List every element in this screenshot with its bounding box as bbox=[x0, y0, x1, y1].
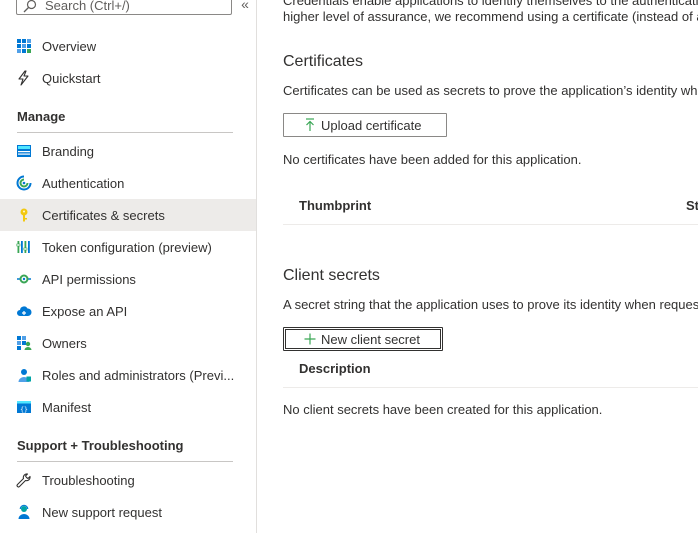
intro-line-1: Credentials enable applications to ident… bbox=[283, 0, 698, 8]
column-header-thumbprint[interactable]: Thumbprint bbox=[299, 198, 371, 213]
search-icon bbox=[23, 0, 37, 13]
sidebar-item-owners[interactable]: Owners bbox=[0, 327, 256, 359]
key-icon bbox=[20, 208, 28, 222]
manifest-icon: {} bbox=[17, 401, 31, 413]
plus-icon bbox=[304, 333, 316, 345]
new-client-secret-label: New client secret bbox=[321, 331, 420, 347]
sidebar-item-label: Certificates & secrets bbox=[42, 207, 165, 223]
sidebar-item-label: Authentication bbox=[42, 175, 125, 191]
sidebar-item-roles-administrators[interactable]: Roles and administrators (Previ... bbox=[0, 359, 256, 391]
main-content: Credentials enable applications to ident… bbox=[283, 0, 698, 533]
section-header-support: Support + Troubleshooting bbox=[17, 438, 233, 462]
sidebar-item-overview[interactable]: Overview bbox=[0, 30, 256, 62]
cloud-icon bbox=[17, 306, 32, 316]
client-secrets-title: Client secrets bbox=[283, 267, 380, 284]
intro-line-2: higher level of assurance, we recommend … bbox=[283, 9, 698, 24]
sidebar: « Overview Quickstart Manage Branding Au… bbox=[0, 0, 257, 533]
sidebar-item-certificates-secrets[interactable]: Certificates & secrets bbox=[0, 199, 256, 231]
svg-text:{}: {} bbox=[20, 405, 28, 413]
column-header-description[interactable]: Description bbox=[299, 361, 371, 376]
sidebar-item-branding[interactable]: Branding bbox=[0, 135, 256, 167]
search-box[interactable] bbox=[16, 0, 232, 15]
roles-icon bbox=[18, 369, 31, 382]
api-permissions-icon bbox=[17, 274, 31, 284]
sidebar-item-label: Troubleshooting bbox=[42, 472, 135, 488]
owners-icon bbox=[17, 336, 32, 350]
sidebar-item-label: Token configuration (preview) bbox=[42, 239, 212, 255]
sidebar-item-label: Expose an API bbox=[42, 303, 128, 319]
column-header-status[interactable]: St bbox=[686, 198, 698, 213]
sidebar-item-new-support-request[interactable]: New support request bbox=[0, 496, 256, 528]
branding-icon bbox=[17, 145, 31, 157]
sidebar-item-expose-an-api[interactable]: Expose an API bbox=[0, 295, 256, 327]
certificates-description: Certificates can be used as secrets to p… bbox=[283, 83, 698, 98]
upload-certificate-label: Upload certificate bbox=[321, 117, 422, 133]
lightning-icon bbox=[18, 70, 29, 86]
wrench-icon bbox=[16, 473, 31, 488]
upload-certificate-button[interactable]: Upload certificate bbox=[283, 113, 447, 137]
sidebar-item-manifest[interactable]: {} Manifest bbox=[0, 391, 256, 423]
overview-grid-icon bbox=[17, 39, 31, 53]
client-secrets-table-header: Description bbox=[283, 350, 698, 388]
client-secrets-empty-message: No client secrets have been created for … bbox=[283, 402, 603, 417]
support-person-icon bbox=[18, 504, 30, 519]
collapse-sidebar-icon[interactable]: « bbox=[238, 0, 252, 11]
sidebar-item-label: Overview bbox=[42, 38, 97, 54]
certificates-title: Certificates bbox=[283, 53, 364, 70]
authentication-icon bbox=[16, 175, 32, 191]
sidebar-item-label: Quickstart bbox=[42, 70, 101, 86]
intro-text: Credentials enable applications to ident… bbox=[283, 0, 698, 25]
sidebar-item-quickstart[interactable]: Quickstart bbox=[0, 62, 256, 94]
sidebar-item-label: Owners bbox=[42, 335, 87, 351]
token-bars-icon bbox=[16, 241, 30, 253]
upload-icon bbox=[306, 118, 314, 131]
sidebar-item-label: Manifest bbox=[42, 399, 92, 415]
sidebar-item-authentication[interactable]: Authentication bbox=[0, 167, 256, 199]
sidebar-item-label: Roles and administrators (Previ... bbox=[42, 367, 235, 383]
search-input[interactable] bbox=[45, 0, 225, 13]
sidebar-item-troubleshooting[interactable]: Troubleshooting bbox=[0, 464, 256, 496]
search-row: « bbox=[16, 0, 256, 17]
client-secrets-description: A secret string that the application use… bbox=[283, 297, 698, 312]
new-client-secret-button[interactable]: New client secret bbox=[283, 327, 443, 351]
certificates-table-header: Thumbprint St bbox=[283, 187, 698, 225]
section-header-manage: Manage bbox=[17, 109, 233, 133]
sidebar-item-label: New support request bbox=[42, 504, 162, 520]
sidebar-item-label: API permissions bbox=[42, 271, 136, 287]
certificates-empty-message: No certificates have been added for this… bbox=[283, 152, 582, 167]
sidebar-item-token-configuration[interactable]: Token configuration (preview) bbox=[0, 231, 256, 263]
sidebar-item-api-permissions[interactable]: API permissions bbox=[0, 263, 256, 295]
sidebar-item-label: Branding bbox=[42, 143, 95, 159]
